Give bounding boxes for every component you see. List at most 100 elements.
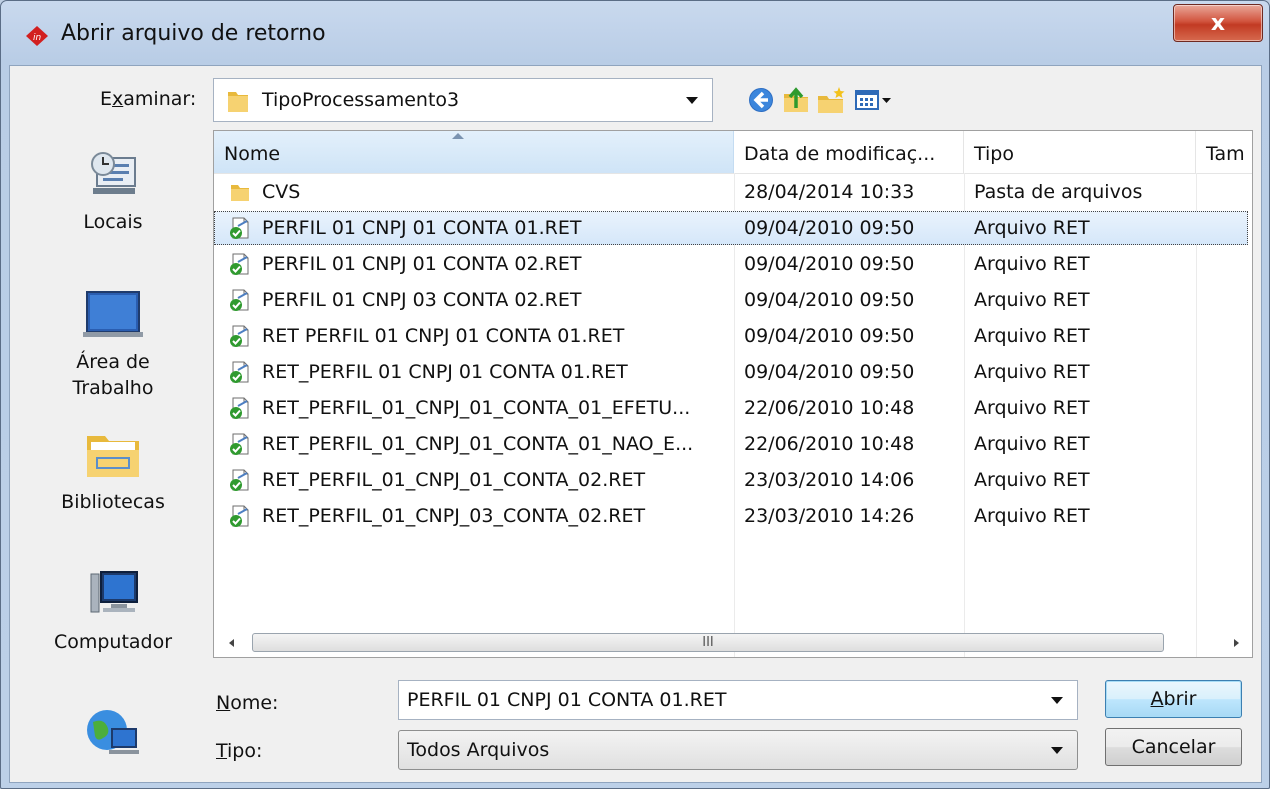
file-row[interactable]: RET PERFIL 01 CNPJ 01 CONTA 01.RET 09/04/… [214,319,1248,353]
filetype-select[interactable]: Todos Arquivos [398,730,1078,770]
file-date: 09/04/2010 09:50 [744,289,915,311]
file-type: Arquivo RET [974,361,1090,383]
file-list[interactable]: Nome Data de modificaç... Tipo Tam CVS 28… [213,130,1253,658]
file-type: Arquivo RET [974,217,1090,239]
file-row[interactable]: PERFIL 01 CNPJ 01 CONTA 02.RET 09/04/2010… [214,247,1248,281]
file-row[interactable]: RET_PERFIL_01_CNPJ_01_CONTA_01_NAO_E... 2… [214,427,1248,461]
file-date: 22/06/2010 10:48 [744,433,915,455]
file-type: Pasta de arquivos [974,181,1143,203]
filename-label: Nome: [216,692,279,714]
places-bar: Locais Área de Trabalho Bibliotecas Comp… [18,116,208,782]
column-date[interactable]: Data de modificaç... [734,131,964,173]
file-type: Arquivo RET [974,397,1090,419]
file-date: 28/04/2014 10:33 [744,181,915,203]
close-icon: x [1210,10,1226,36]
file-name: RET_PERFIL_01_CNPJ_03_CONTA_02.RET [262,505,646,527]
ret-file-icon [230,289,249,311]
file-date: 09/04/2010 09:50 [744,325,915,347]
libraries-icon [87,436,139,477]
ret-file-icon [230,469,249,491]
file-name: RET PERFIL 01 CNPJ 01 CONTA 01.RET [262,325,625,347]
scroll-thumb[interactable]: III [252,633,1164,652]
folder-icon [231,185,249,201]
file-row[interactable]: RET_PERFIL 01 CNPJ 01 CONTA 01.RET 09/04/… [214,355,1248,389]
chevron-down-icon[interactable] [1051,697,1063,704]
file-name: RET_PERFIL_01_CNPJ_01_CONTA_01_NAO_E... [262,433,694,455]
app-icon: in [26,26,48,46]
file-date: 09/04/2010 09:50 [744,217,915,239]
file-date: 22/06/2010 10:48 [744,397,915,419]
column-header: Nome Data de modificaç... Tipo Tam [214,131,1252,174]
back-icon[interactable] [745,84,777,116]
file-name: RET_PERFIL_01_CNPJ_01_CONTA_02.RET [262,469,646,491]
chevron-down-icon[interactable] [1051,747,1063,754]
file-date: 09/04/2010 09:50 [744,253,915,275]
sort-ascending-icon [452,133,464,139]
window-title: Abrir arquivo de retorno [61,21,326,46]
file-date: 23/03/2010 14:26 [744,505,915,527]
lookin-label: Examinar: [100,88,197,110]
ret-file-icon [230,253,249,275]
file-date: 09/04/2010 09:50 [744,361,915,383]
desktop-icon [83,291,143,337]
scroll-left-icon[interactable] [226,637,238,649]
file-row[interactable]: RET_PERFIL_01_CNPJ_01_CONTA_01_EFETU... 2… [214,391,1248,425]
recent-places-icon [91,152,136,194]
ret-file-icon [230,325,249,347]
chevron-down-icon[interactable] [686,97,698,104]
filetype-label: Tipo: [216,740,263,762]
place-recent[interactable]: Locais [18,144,208,235]
place-computer[interactable]: Computador [18,566,208,655]
place-label: Bibliotecas [61,491,165,513]
ret-file-icon [230,217,249,239]
lookin-combo[interactable]: TipoProcessamento3 [213,78,713,122]
horizontal-scrollbar[interactable]: III [222,633,1246,653]
place-label: Locais [83,211,143,233]
folder-icon [228,92,248,112]
file-type: Arquivo RET [974,505,1090,527]
file-row[interactable]: PERFIL 01 CNPJ 01 CONTA 01.RET 09/04/2010… [214,211,1248,245]
view-menu-icon[interactable] [852,84,900,116]
network-icon [87,710,139,754]
file-row[interactable]: CVS 28/04/2014 10:33 Pasta de arquivos [214,175,1248,209]
ret-file-icon [230,505,249,527]
file-name: RET_PERFIL 01 CNPJ 01 CONTA 01.RET [262,361,628,383]
dialog-body: Examinar: TipoProcessamento3 Locais Área… [9,65,1262,783]
cancel-button[interactable]: Cancelar [1105,728,1242,766]
column-type[interactable]: Tipo [964,131,1196,173]
file-name: PERFIL 01 CNPJ 03 CONTA 02.RET [262,289,582,311]
file-row[interactable]: PERFIL 01 CNPJ 03 CONTA 02.RET 09/04/2010… [214,283,1248,317]
filetype-value: Todos Arquivos [407,739,550,761]
file-row[interactable]: RET_PERFIL_01_CNPJ_01_CONTA_02.RET 23/03/… [214,463,1248,497]
column-name[interactable]: Nome [214,131,734,173]
place-label: Computador [53,631,173,653]
open-button[interactable]: Abrir [1105,680,1242,718]
file-type: Arquivo RET [974,253,1090,275]
filename-input[interactable]: PERFIL 01 CNPJ 01 CONTA 01.RET [398,680,1078,720]
ret-file-icon [230,433,249,455]
file-date: 23/03/2010 14:06 [744,469,915,491]
place-label: Área de Trabalho [72,351,154,399]
column-size[interactable]: Tam [1196,131,1252,173]
file-row[interactable]: RET_PERFIL_01_CNPJ_03_CONTA_02.RET 23/03/… [214,499,1248,533]
up-folder-icon[interactable] [780,84,812,116]
file-name: CVS [262,181,301,203]
ret-file-icon [230,397,249,419]
scroll-right-icon[interactable] [1230,637,1242,649]
file-name: PERFIL 01 CNPJ 01 CONTA 01.RET [262,217,582,239]
computer-icon [90,571,138,613]
new-folder-icon[interactable] [815,84,847,116]
title-bar[interactable]: in Abrir arquivo de retorno x [1,1,1269,65]
file-type: Arquivo RET [974,325,1090,347]
open-file-dialog: in Abrir arquivo de retorno x Examinar: … [0,0,1270,789]
file-type: Arquivo RET [974,469,1090,491]
lookin-value: TipoProcessamento3 [262,89,460,111]
place-libraries[interactable]: Bibliotecas [18,426,208,515]
place-desktop[interactable]: Área de Trabalho [18,286,208,401]
file-name: PERFIL 01 CNPJ 01 CONTA 02.RET [262,253,582,275]
file-name: RET_PERFIL_01_CNPJ_01_CONTA_01_EFETU... [262,397,691,419]
file-type: Arquivo RET [974,433,1090,455]
filename-value: PERFIL 01 CNPJ 01 CONTA 01.RET [407,689,727,711]
close-button[interactable]: x [1173,4,1263,42]
place-network[interactable] [18,700,208,769]
